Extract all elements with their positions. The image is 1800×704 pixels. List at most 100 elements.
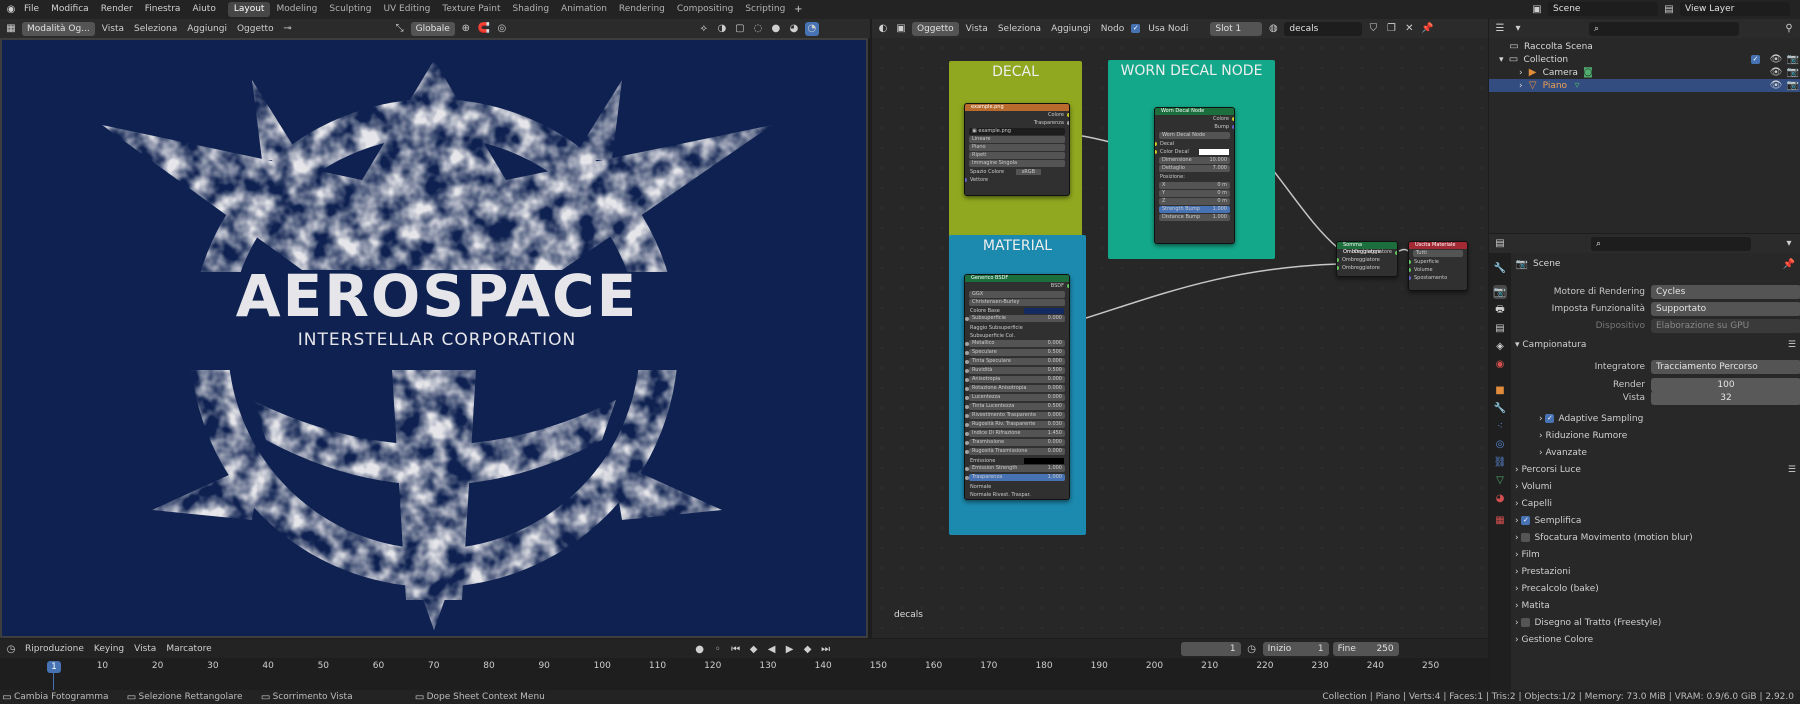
xray-icon[interactable]: ▢ bbox=[733, 22, 747, 36]
menu-playback[interactable]: Riproduzione bbox=[22, 644, 87, 654]
expand-icon[interactable]: › bbox=[1519, 81, 1523, 91]
size-field[interactable]: Dimensione 10.000 bbox=[1159, 157, 1230, 164]
expand-icon[interactable]: › bbox=[1519, 68, 1523, 78]
motion-blur-checkbox[interactable] bbox=[1521, 533, 1531, 542]
record-icon[interactable]: ● bbox=[693, 642, 707, 656]
tool-tab-icon[interactable]: 🔧 bbox=[1493, 261, 1507, 275]
distance-bump-field[interactable]: Distance Bump 1.000 bbox=[1159, 214, 1230, 221]
outliner-row-collection[interactable]: ▾ ▭ Collection ✓ 👁 📷 bbox=[1499, 53, 1800, 66]
tab-scripting[interactable]: Scripting bbox=[739, 2, 791, 17]
shading-rendered-icon[interactable]: ◔ bbox=[804, 21, 819, 36]
tab-compositing[interactable]: Compositing bbox=[671, 2, 739, 17]
section-bake[interactable]: › Precalcolo (bake) bbox=[1515, 581, 1599, 598]
outliner-row-scene-collection[interactable]: ▭ Raccolta Scena bbox=[1507, 40, 1593, 53]
pos-z-field[interactable]: Z0 m bbox=[1159, 198, 1230, 205]
material-tab-icon[interactable]: ◕ bbox=[1493, 491, 1507, 505]
material-output-node[interactable]: Uscita Materiale Tutti Superficie Volume… bbox=[1408, 241, 1468, 291]
filter-mode-icon[interactable]: ▾ bbox=[1511, 22, 1525, 36]
timeline[interactable]: ◷ Riproduzione Keying Vista Marcatore ● … bbox=[0, 639, 1488, 690]
material-name-field[interactable]: decals bbox=[1284, 21, 1363, 36]
tab-rendering[interactable]: Rendering bbox=[613, 2, 671, 17]
render-tab-icon[interactable]: 📷 bbox=[1493, 285, 1507, 299]
world-tab-icon[interactable]: ◉ bbox=[1493, 357, 1507, 371]
bsdf-input-row[interactable]: Rugosità Trasmissione 0.000 bbox=[965, 448, 1065, 455]
source-select[interactable]: Immagine Singola bbox=[969, 160, 1065, 167]
keyframe-type-icon[interactable]: ◦ bbox=[711, 642, 725, 656]
menu-view[interactable]: Vista bbox=[131, 644, 159, 654]
node-menu-select[interactable]: Seleziona bbox=[995, 24, 1044, 34]
outliner-search[interactable]: ⌕ bbox=[1589, 21, 1739, 36]
snap-icon[interactable]: 🧲 bbox=[477, 22, 491, 36]
properties-type-icon[interactable]: ▤ bbox=[1493, 237, 1507, 251]
fake-user-icon[interactable]: ⛉ bbox=[1366, 22, 1380, 36]
feature-set-select[interactable]: Supportato bbox=[1651, 301, 1800, 316]
colorspace-row[interactable]: Spazio Colore sRGB bbox=[965, 168, 1069, 176]
add-workspace-icon[interactable]: + bbox=[791, 3, 805, 17]
visibility-icon[interactable]: 👁 bbox=[1769, 53, 1783, 67]
section-film[interactable]: › Film bbox=[1515, 547, 1540, 564]
timeline-type-icon[interactable]: ◷ bbox=[4, 642, 18, 656]
subsurface-method-select[interactable]: Christensen-Burley bbox=[969, 299, 1065, 306]
section-simplify[interactable]: › ✓ Semplifica bbox=[1515, 513, 1581, 530]
node-editor-type-icon[interactable]: ◐ bbox=[876, 22, 890, 36]
particles-tab-icon[interactable]: ⁖ bbox=[1493, 419, 1507, 433]
object-tab-icon[interactable]: ■ bbox=[1493, 383, 1507, 397]
bsdf-input-row[interactable]: Emission Strength 1.000 bbox=[965, 465, 1065, 472]
interpolation-select[interactable]: Lineare bbox=[969, 136, 1065, 143]
timeline-area[interactable]: 1 11020304050607080901001101201301401501… bbox=[0, 658, 1488, 690]
bsdf-input-row[interactable]: Ruvidità 0.500 bbox=[965, 367, 1065, 374]
editor-type-icon[interactable]: ▦ bbox=[4, 22, 18, 36]
preview-range-icon[interactable]: ◷ bbox=[1245, 642, 1259, 656]
distribution-select[interactable]: GGX bbox=[969, 291, 1065, 298]
bsdf-input-row[interactable]: Subsuperficie 0.000 bbox=[965, 315, 1065, 322]
list-icon[interactable]: ☰ bbox=[1788, 462, 1796, 479]
menu-edit[interactable]: Modifica bbox=[45, 0, 95, 19]
simplify-checkbox[interactable]: ✓ bbox=[1521, 516, 1531, 525]
data-tab-icon[interactable]: ▽ bbox=[1493, 473, 1507, 487]
outliner-row-camera[interactable]: › ▶ Camera ◙ 👁 📷 bbox=[1519, 66, 1800, 79]
node-menu-node[interactable]: Nodo bbox=[1098, 24, 1127, 34]
menu-keying[interactable]: Keying bbox=[91, 644, 127, 654]
bsdf-input-row[interactable]: Subsuperficie Col. bbox=[965, 332, 1069, 340]
expand-icon[interactable]: ▾ bbox=[1499, 55, 1504, 65]
section-grease-pencil[interactable]: › Matita bbox=[1515, 598, 1550, 615]
bsdf-input-row[interactable]: Rotazione Anisotropia 0.000 bbox=[965, 385, 1065, 392]
menu-help[interactable]: Aiuto bbox=[186, 0, 221, 19]
start-frame-field[interactable]: Inizio 1 bbox=[1262, 642, 1329, 656]
menu-marker[interactable]: Marcatore bbox=[163, 644, 214, 654]
blender-logo-icon[interactable]: ◉ bbox=[4, 3, 18, 17]
viewport-samples-field[interactable]: 32 bbox=[1651, 390, 1800, 405]
bsdf-input-row[interactable]: Lucentezza 0.000 bbox=[965, 394, 1065, 401]
menu-select[interactable]: Seleziona bbox=[131, 24, 180, 34]
section-hair[interactable]: › Capelli bbox=[1515, 496, 1552, 513]
3d-viewport[interactable]: AEROSPACE INTERSTELLAR CORPORATION bbox=[0, 38, 868, 638]
section-light-paths[interactable]: › Percorsi Luce ☰ bbox=[1515, 462, 1800, 479]
shading-material-icon[interactable]: ◕ bbox=[787, 22, 801, 36]
constraints-tab-icon[interactable]: ⛓ bbox=[1493, 455, 1507, 469]
play-icon[interactable]: ▶ bbox=[783, 642, 797, 656]
tab-sculpting[interactable]: Sculpting bbox=[323, 2, 377, 17]
extension-select[interactable]: Ripeti bbox=[969, 152, 1065, 159]
section-freestyle[interactable]: › Disegno al Tratto (Freestyle) bbox=[1515, 615, 1661, 632]
menu-object[interactable]: Oggetto bbox=[234, 24, 277, 34]
pos-y-field[interactable]: Y0 m bbox=[1159, 190, 1230, 197]
menu-file[interactable]: File bbox=[18, 0, 45, 19]
render-engine-select[interactable]: Cycles bbox=[1651, 284, 1800, 299]
node-group-selector[interactable]: Worn Decal Node bbox=[1159, 132, 1230, 139]
bsdf-input-row[interactable]: Normale Rivest. Traspar. bbox=[965, 491, 1069, 499]
output-target-select[interactable]: Tutti bbox=[1413, 250, 1463, 257]
proportional-edit-icon[interactable]: ◎ bbox=[495, 22, 509, 36]
bsdf-input-row[interactable]: Tangente bbox=[965, 499, 1069, 500]
properties-search[interactable]: ⌕ bbox=[1591, 236, 1751, 251]
detail-field[interactable]: Dettaglio 7.000 bbox=[1159, 165, 1230, 172]
shading-solid-icon[interactable]: ● bbox=[769, 22, 783, 36]
section-denoising[interactable]: › Riduzione Rumore bbox=[1539, 428, 1627, 445]
render-camera-icon[interactable]: 📷 bbox=[1786, 79, 1800, 93]
bsdf-input-row[interactable]: Emissione bbox=[965, 457, 1069, 465]
slot-selector[interactable]: Slot 1 bbox=[1210, 21, 1263, 36]
section-color-management[interactable]: › Gestione Colore bbox=[1515, 632, 1593, 649]
tab-shading[interactable]: Shading bbox=[506, 2, 555, 17]
principled-bsdf-node[interactable]: Generico BSDF BSDF GGX Christensen-Burle… bbox=[964, 274, 1070, 500]
freestyle-checkbox[interactable] bbox=[1521, 618, 1531, 627]
tab-animation[interactable]: Animation bbox=[555, 2, 613, 17]
